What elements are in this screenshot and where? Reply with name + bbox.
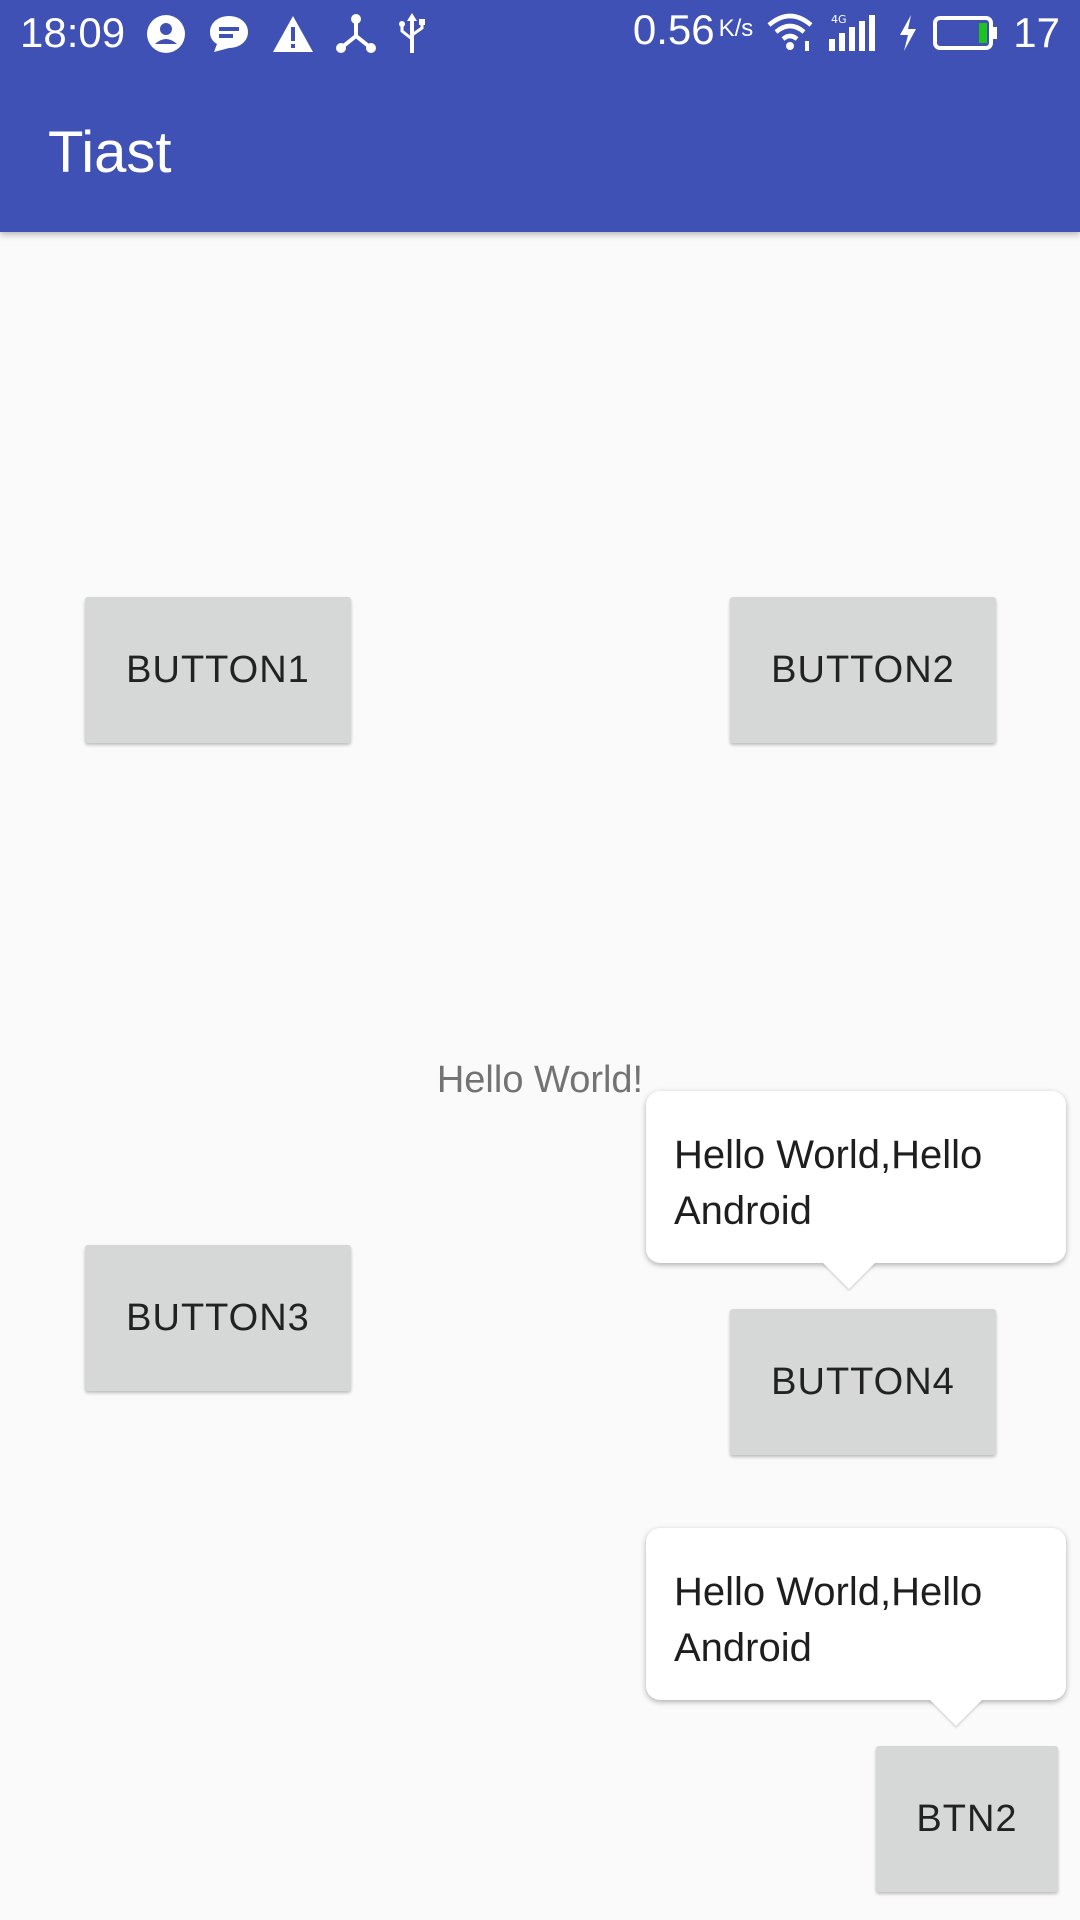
battery-icon	[933, 15, 999, 51]
status-icons-left	[146, 12, 426, 56]
message-icon	[208, 14, 250, 54]
account-icon	[146, 14, 186, 54]
tooltip-line1: Hello World,Hello	[674, 1133, 983, 1177]
screen: 18:09 0.56 K/s 4G 17 Tiast BUTTON1 BUTTO…	[0, 0, 1080, 1920]
battery-level: 17	[1013, 9, 1060, 56]
network-speed: 0.56 K/s	[632, 5, 754, 53]
signal-4g-icon: 4G	[827, 13, 883, 53]
btn2-button[interactable]: BTN2	[876, 1746, 1058, 1892]
usb-icon	[398, 13, 426, 55]
charging-icon	[897, 13, 919, 53]
warning-icon	[272, 15, 314, 53]
status-time: 18:09	[20, 9, 126, 56]
tooltip-line2: Android	[674, 1626, 812, 1670]
tooltip-line2: Android	[674, 1189, 812, 1233]
network-speed-unit: K/s	[718, 14, 754, 42]
tooltip-arrow	[929, 1699, 983, 1726]
tooltip-arrow	[822, 1262, 876, 1289]
app-bar: 18:09 0.56 K/s 4G 17 Tiast	[0, 0, 1080, 232]
button3[interactable]: BUTTON3	[85, 1245, 351, 1391]
svg-text:4G: 4G	[831, 13, 847, 26]
app-title: Tiast	[48, 120, 172, 185]
button2[interactable]: BUTTON2	[730, 597, 996, 743]
tooltip-button4: Hello World,Hello Android	[646, 1091, 1066, 1289]
tooltip-line1: Hello World,Hello	[674, 1570, 983, 1614]
button4[interactable]: BUTTON4	[730, 1309, 996, 1455]
wifi-icon	[767, 13, 813, 53]
button1[interactable]: BUTTON1	[85, 597, 351, 743]
status-icons-right: 0.56 K/s 4G 17	[633, 6, 1060, 58]
tooltip-btn2: Hello World,Hello Android	[646, 1528, 1066, 1726]
status-bar: 18:09 0.56 K/s 4G 17	[0, 0, 1080, 66]
share-node-icon	[336, 14, 376, 54]
